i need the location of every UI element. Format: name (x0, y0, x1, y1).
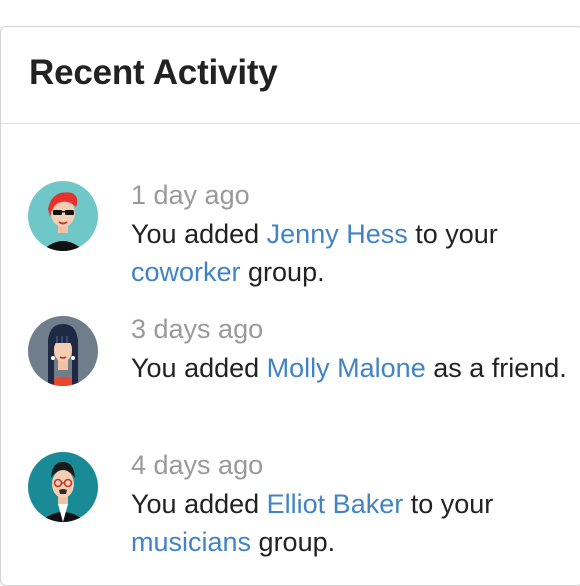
summary-text: to your (403, 489, 494, 519)
event-summary: You added Molly Malone as a friend. (131, 349, 571, 387)
avatar-woman-dark-hair-icon[interactable] (28, 316, 98, 386)
event-date: 4 days ago (131, 450, 264, 480)
event-date: 1 day ago (131, 180, 250, 210)
event-content: 4 days ago You added Elliot Baker to you… (131, 450, 571, 561)
avatar-man-glasses-icon[interactable] (28, 452, 98, 522)
summary-text: as a friend. (425, 353, 567, 383)
user-link-elliot-baker[interactable]: Elliot Baker (267, 489, 404, 519)
summary-text: You added (131, 489, 267, 519)
summary-text: You added (131, 353, 267, 383)
avatar-woman-red-hair-icon[interactable] (28, 181, 98, 251)
summary-text: You added (131, 219, 267, 249)
user-link-molly-malone[interactable]: Molly Malone (267, 353, 426, 383)
summary-text: group. (251, 527, 336, 557)
group-link-coworker[interactable]: coworker (131, 257, 241, 287)
summary-text: to your (407, 219, 498, 249)
group-link-musicians[interactable]: musicians (131, 527, 251, 557)
card-title: Recent Activity (29, 53, 278, 92)
event-summary: You added Jenny Hess to your coworker gr… (131, 215, 571, 291)
card-header: Recent Activity (1, 27, 580, 124)
event-content: 3 days ago You added Molly Malone as a f… (131, 314, 571, 387)
event-summary: You added Elliot Baker to your musicians… (131, 485, 571, 561)
recent-activity-card: Recent Activity 1 day ago You added Jenn… (0, 26, 580, 586)
user-link-jenny-hess[interactable]: Jenny Hess (267, 219, 408, 249)
event-content: 1 day ago You added Jenny Hess to your c… (131, 180, 571, 291)
summary-text: group. (240, 257, 325, 287)
event-date: 3 days ago (131, 314, 264, 344)
